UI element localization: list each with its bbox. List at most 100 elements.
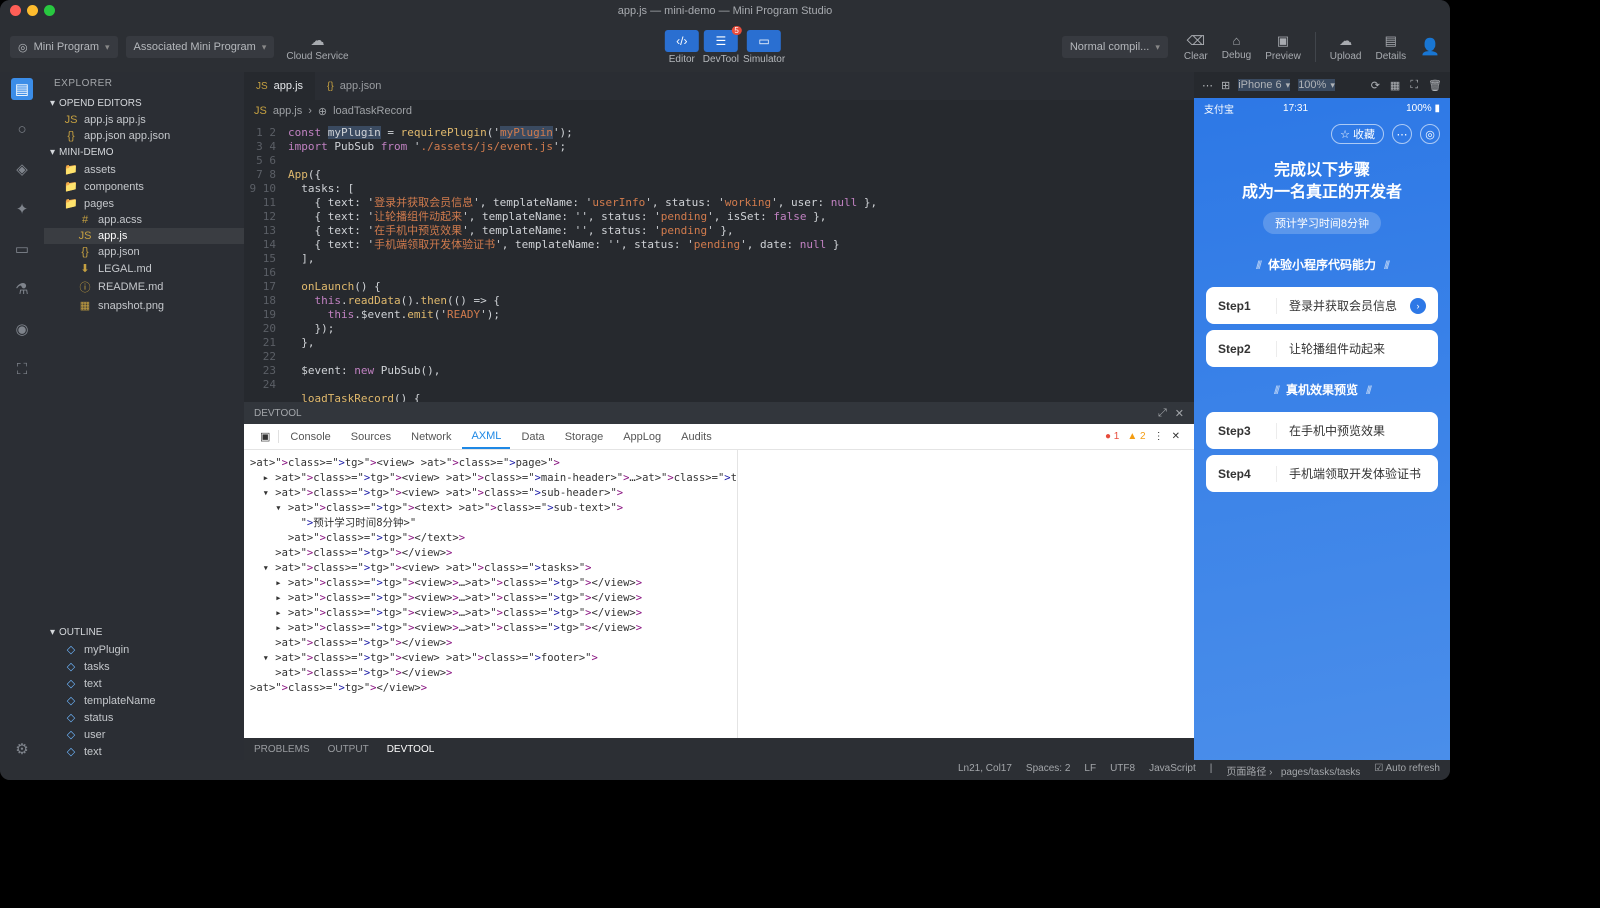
compile-selector[interactable]: Normal compil... ▾ — [1062, 36, 1168, 58]
menu-icon[interactable]: ⋯ — [1202, 79, 1213, 92]
editor-toggle[interactable]: ‹/› Editor — [665, 30, 699, 65]
devtool-tab-storage[interactable]: Storage — [556, 424, 613, 449]
more-button[interactable]: ⋯ — [1392, 124, 1412, 144]
step-card[interactable]: Step3在手机中预览效果 — [1206, 412, 1438, 449]
close-icon[interactable]: ✕ — [1172, 431, 1180, 442]
step-card[interactable]: Step2让轮播组件动起来 — [1206, 330, 1438, 367]
outline-item[interactable]: ◇text — [44, 675, 244, 692]
file-tree-item[interactable]: 📁assets — [44, 161, 244, 178]
device-selector[interactable]: iPhone 6▾ — [1238, 79, 1290, 91]
mini-program-selector[interactable]: ◎ Mini Program ▾ — [10, 36, 118, 58]
git-icon[interactable]: ◈ — [11, 158, 33, 180]
eol-selector[interactable]: LF — [1084, 763, 1096, 778]
encoding-selector[interactable]: UTF8 — [1110, 763, 1135, 778]
outline-item[interactable]: ◇status — [44, 709, 244, 726]
simulator-panel: ⋯ ⊞ iPhone 6▾ 100%▾ ⟳ ▦ ⛶ 🗑 支付宝 17:31 10… — [1194, 72, 1450, 760]
hero-pill: 预计学习时间8分钟 — [1263, 212, 1381, 234]
open-editor-item[interactable]: {}app.json app.json — [44, 128, 244, 144]
status-bar: Ln21, Col17 Spaces: 2 LF UTF8 JavaScript… — [0, 760, 1450, 780]
page-path[interactable]: 页面路径 › pages/tasks/tasks — [1226, 763, 1360, 778]
search-icon[interactable]: ○ — [11, 118, 33, 140]
outline-item[interactable]: ◇text — [44, 743, 244, 760]
extensions-icon[interactable]: ✦ — [11, 198, 33, 220]
outline-item[interactable]: ◇myPlugin — [44, 641, 244, 658]
associated-selector[interactable]: Associated Mini Program ▾ — [126, 36, 275, 58]
traffic-lights[interactable] — [10, 5, 55, 16]
editor-tab[interactable]: {}app.json — [315, 72, 393, 100]
kebab-icon[interactable]: ⋮ — [1154, 431, 1164, 442]
phone-preview[interactable]: 支付宝 17:31 100% ▮ ☆收藏 ⋯ ◎ 完成以下步骤 成为一名真正的开… — [1194, 98, 1450, 760]
devtool-panel: ▣ ConsoleSourcesNetworkAXMLDataStorageAp… — [244, 424, 1194, 738]
zoom-selector[interactable]: 100%▾ — [1298, 79, 1335, 91]
phone-icon: ▭ — [747, 30, 781, 52]
file-tree-item[interactable]: ⬇LEGAL.md — [44, 260, 244, 277]
inspect-icon[interactable]: ▣ — [252, 430, 279, 443]
axml-tree[interactable]: >at>">class>=">tg>"><view> >at>">class>=… — [244, 450, 737, 738]
devtool-tab-axml[interactable]: AXML — [462, 424, 510, 449]
step-card[interactable]: Step4手机端领取开发体验证书 — [1206, 455, 1438, 492]
docs-icon[interactable]: ▭ — [11, 238, 33, 260]
devtool-tab[interactable]: DEVTOOL — [387, 744, 435, 755]
breadcrumbs[interactable]: JS app.js › ⊕ loadTaskRecord — [244, 100, 1194, 122]
close-button[interactable]: ◎ — [1420, 124, 1440, 144]
file-tree-item[interactable]: JSapp.js — [44, 228, 244, 244]
devtool-tab-audits[interactable]: Audits — [672, 424, 721, 449]
devtool-tab-console[interactable]: Console — [281, 424, 339, 449]
explorer-icon[interactable]: ▤ — [11, 78, 33, 100]
section-2-title: 真机效果预览 — [1194, 373, 1450, 406]
favorite-button[interactable]: ☆收藏 — [1331, 124, 1384, 144]
details-button[interactable]: ▤Details — [1370, 33, 1413, 62]
open-editor-item[interactable]: JSapp.js app.js — [44, 112, 244, 128]
outline-item[interactable]: ◇templateName — [44, 692, 244, 709]
output-tab[interactable]: OUTPUT — [328, 744, 369, 755]
outline-header[interactable]: ▾OUTLINE — [44, 624, 244, 641]
debug-button[interactable]: ⌂Debug — [1216, 33, 1257, 61]
file-tree-item[interactable]: 📁pages — [44, 195, 244, 212]
devtool-tab-network[interactable]: Network — [402, 424, 460, 449]
refresh-icon[interactable]: ⟳ — [1371, 79, 1380, 92]
code-editor[interactable]: 1 2 3 4 5 6 7 8 9 10 11 12 13 14 15 16 1… — [244, 122, 1194, 402]
trash-icon[interactable]: 🗑 — [1428, 79, 1442, 92]
outline-item[interactable]: ◇user — [44, 726, 244, 743]
sync-icon[interactable]: ◉ — [11, 318, 33, 340]
cursor-position[interactable]: Ln21, Col17 — [958, 763, 1012, 778]
devtool-tab-data[interactable]: Data — [512, 424, 553, 449]
user-icon[interactable]: 👤 — [1420, 37, 1440, 57]
language-selector[interactable]: JavaScript — [1149, 763, 1196, 778]
devtool-tab-sources[interactable]: Sources — [342, 424, 400, 449]
window-title: app.js — mini-demo — Mini Program Studio — [618, 5, 833, 17]
alipay-label: 支付宝 — [1204, 101, 1234, 116]
settings-icon[interactable]: ⚙ — [11, 738, 33, 760]
expand-icon[interactable]: ⤢ — [1158, 407, 1167, 420]
project-header[interactable]: ▾MINI-DEMO — [44, 144, 244, 161]
clear-button[interactable]: ⌫Clear — [1178, 33, 1214, 62]
devtool-header: DEVTOOL ⤢✕ — [244, 402, 1194, 424]
close-icon[interactable]: ✕ — [1175, 407, 1184, 420]
expand-icon[interactable]: ⛶ — [1410, 79, 1418, 92]
editor-tab[interactable]: JSapp.js — [244, 72, 315, 100]
devtool-tab-applog[interactable]: AppLog — [614, 424, 670, 449]
upload-button[interactable]: ☁Upload — [1324, 33, 1368, 62]
file-tree-item[interactable]: 📁components — [44, 178, 244, 195]
editor-tabs: JSapp.js{}app.json — [244, 72, 1194, 100]
outline-item[interactable]: ◇tasks — [44, 658, 244, 675]
grid-icon[interactable]: ▦ — [1390, 79, 1400, 92]
problems-tab[interactable]: PROBLEMS — [254, 744, 310, 755]
simulator-toggle[interactable]: ▭ Simulator — [743, 30, 785, 65]
file-tree-item[interactable]: {}app.json — [44, 244, 244, 260]
layout-icon[interactable]: ⊞ — [1221, 79, 1230, 92]
file-tree-item[interactable]: #app.acss — [44, 212, 244, 228]
indent-selector[interactable]: Spaces: 2 — [1026, 763, 1070, 778]
beaker-icon[interactable]: ⚗ — [11, 278, 33, 300]
upload-icon: ☁ — [1339, 33, 1352, 49]
auto-refresh-toggle[interactable]: ☑ Auto refresh — [1374, 763, 1440, 778]
cloud-service-button[interactable]: ☁ Cloud Service — [286, 32, 348, 62]
file-tree-item[interactable]: ▦snapshot.png — [44, 297, 244, 314]
open-editors-header[interactable]: ▾OPEND EDITORS — [44, 95, 244, 112]
devtool-toggle[interactable]: ☰ 5 DevTool — [703, 30, 739, 65]
target-icon[interactable]: ⛶ — [11, 358, 33, 380]
file-tree-item[interactable]: ⓘREADME.md — [44, 277, 244, 297]
chevron-down-icon: ▾ — [1155, 42, 1160, 53]
step-card[interactable]: Step1登录并获取会员信息› — [1206, 287, 1438, 324]
preview-button[interactable]: ▣Preview — [1259, 33, 1307, 62]
